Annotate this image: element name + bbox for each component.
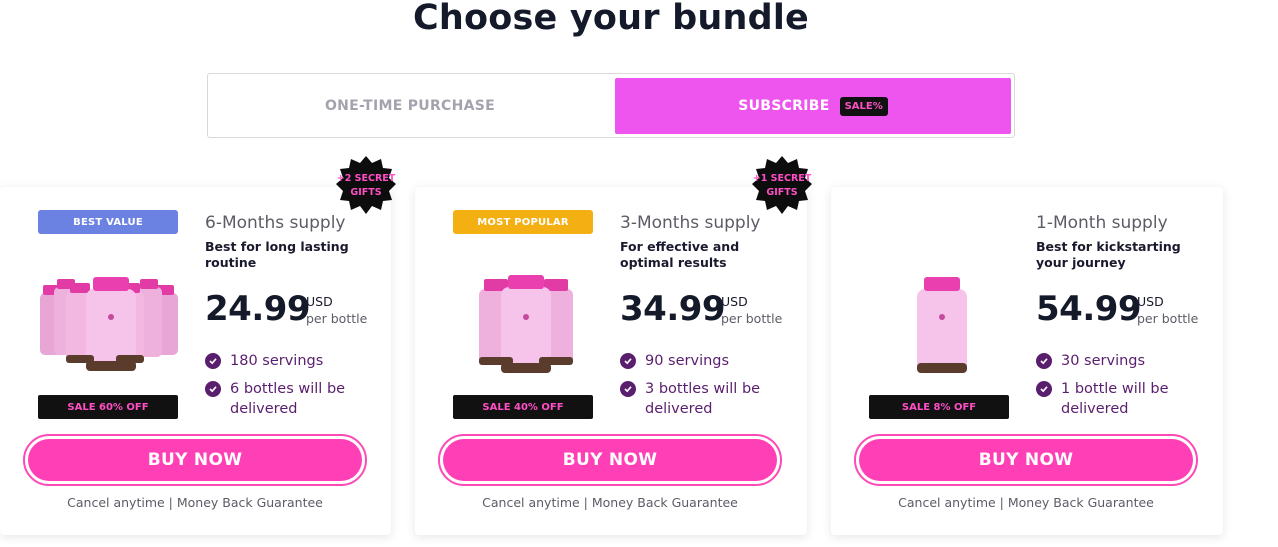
guarantee-text: Cancel anytime | Money Back Guarantee	[482, 495, 738, 510]
feature-text: 180 servings	[230, 353, 324, 369]
currency: USD	[1137, 294, 1164, 309]
check-icon	[1036, 381, 1052, 397]
check-icon	[1036, 353, 1052, 369]
bundle-card-6-months: +2 SECRET GIFTS BEST VALUE SALE 60% OFF …	[0, 156, 396, 535]
bundle-page: Choose your bundle ONE-TIME PURCHASE SUB…	[0, 0, 1278, 547]
buy-now-button[interactable]: BUY NOW	[859, 439, 1193, 481]
feature-item: 180 servings	[205, 351, 323, 371]
feature-text: 3 bottles will be delivered	[645, 381, 761, 417]
three-bottles-image	[479, 275, 573, 373]
sale-badge: SALE%	[839, 96, 888, 116]
supply-tagline: For effective and optimal results	[620, 239, 740, 270]
buy-now-button-frame: BUY NOW	[23, 434, 367, 486]
price: 54.99	[1036, 289, 1142, 329]
per-bottle: per bottle	[721, 311, 783, 326]
check-icon	[205, 381, 221, 397]
price: 24.99	[205, 289, 311, 329]
feature-item: 1 bottle will be delivered	[1036, 379, 1211, 419]
sale-label: SALE 60% OFF	[38, 395, 178, 419]
supply-title: 3-Months supply	[620, 213, 761, 233]
sale-label: SALE 40% OFF	[453, 395, 593, 419]
guarantee-text: Cancel anytime | Money Back Guarantee	[898, 495, 1154, 510]
one-time-purchase-label: ONE-TIME PURCHASE	[324, 98, 496, 114]
check-icon	[205, 353, 221, 369]
gifts-text: +1 SECRET GIFTS	[752, 173, 812, 198]
per-bottle: per bottle	[306, 311, 368, 326]
one-bottle-image	[917, 277, 967, 373]
sale-label: SALE 8% OFF	[869, 395, 1009, 419]
feature-item: 3 bottles will be delivered	[620, 379, 795, 419]
check-icon	[620, 353, 636, 369]
per-bottle: per bottle	[1137, 311, 1199, 326]
subscribe-label: SUBSCRIBE	[738, 98, 830, 114]
supply-tagline: Best for kickstarting your journey	[1036, 239, 1181, 270]
bundle-card-3-months: +1 SECRET GIFTS MOST POPULAR SALE 40% OF…	[415, 156, 812, 535]
price: 34.99	[620, 289, 726, 329]
feature-item: 30 servings	[1036, 351, 1145, 371]
secret-gifts-seal: +1 SECRET GIFTS	[750, 154, 814, 218]
purchase-type-toggle: ONE-TIME PURCHASE SUBSCRIBE SALE%	[207, 73, 1015, 138]
feature-text: 6 bottles will be delivered	[230, 381, 346, 417]
bundle-card-1-month: SALE 8% OFF 1-Month supply Best for kick…	[831, 187, 1223, 535]
supply-title: 1-Month supply	[1036, 213, 1168, 233]
supply-title: 6-Months supply	[205, 213, 346, 233]
six-bottles-image	[40, 277, 178, 371]
one-time-purchase-option[interactable]: ONE-TIME PURCHASE	[212, 78, 608, 134]
most-popular-badge: MOST POPULAR	[453, 210, 593, 234]
currency: USD	[721, 294, 748, 309]
buy-now-button[interactable]: BUY NOW	[28, 439, 362, 481]
feature-text: 1 bottle will be delivered	[1061, 381, 1169, 417]
buy-now-button[interactable]: BUY NOW	[443, 439, 777, 481]
subscribe-option[interactable]: SUBSCRIBE SALE%	[615, 78, 1011, 134]
buy-now-button-frame: BUY NOW	[438, 434, 782, 486]
feature-text: 30 servings	[1061, 353, 1146, 369]
feature-text: 90 servings	[645, 353, 730, 369]
feature-item: 90 servings	[620, 351, 729, 371]
guarantee-text: Cancel anytime | Money Back Guarantee	[67, 495, 323, 510]
secret-gifts-seal: +2 SECRET GIFTS	[334, 154, 398, 218]
currency: USD	[306, 294, 333, 309]
buy-now-button-frame: BUY NOW	[854, 434, 1198, 486]
gifts-text: +2 SECRET GIFTS	[336, 173, 396, 198]
check-icon	[620, 381, 636, 397]
supply-tagline: Best for long lasting routine	[205, 239, 349, 270]
best-value-badge: BEST VALUE	[38, 210, 178, 234]
page-title: Choose your bundle	[413, 0, 809, 38]
feature-item: 6 bottles will be delivered	[205, 379, 380, 419]
